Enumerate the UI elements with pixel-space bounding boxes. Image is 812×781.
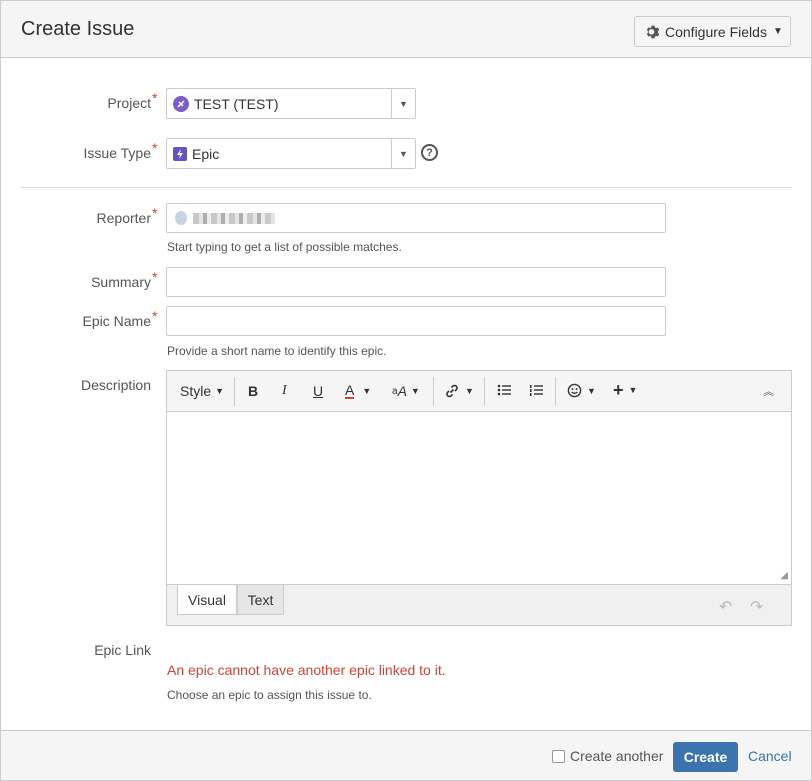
create-issue-dialog: Create Issue Configure Fields ▼ Project … <box>0 0 812 781</box>
epic-icon <box>173 146 187 161</box>
issue-type-label: Issue Type <box>83 145 151 161</box>
resize-handle-icon[interactable]: ◢ <box>780 570 788 581</box>
cancel-link[interactable]: Cancel <box>748 748 792 764</box>
tab-visual[interactable]: Visual <box>177 585 237 615</box>
help-icon[interactable]: ? <box>421 144 438 161</box>
underline-button[interactable]: U <box>313 383 323 399</box>
chevron-down-icon[interactable]: ▼ <box>391 139 415 168</box>
summary-input[interactable] <box>166 267 666 297</box>
redo-icon[interactable]: ↷ <box>750 597 763 617</box>
project-value: TEST (TEST) <box>194 95 279 112</box>
create-another-label: Create another <box>570 748 664 764</box>
dialog-footer: Create another Create Cancel <box>1 730 811 780</box>
editor-mode-bar: Visual Text ↶ ↷ <box>167 584 791 625</box>
epic-link-error: An epic cannot have another epic linked … <box>167 662 446 678</box>
chevron-down-icon: ▼ <box>587 385 596 396</box>
dialog-header: Create Issue Configure Fields ▼ <box>1 1 811 58</box>
reporter-label: Reporter <box>96 210 151 226</box>
chevron-down-icon: ▼ <box>410 386 420 396</box>
required-marker: * <box>152 269 158 285</box>
required-marker: * <box>152 140 158 156</box>
create-button[interactable]: Create <box>673 742 738 772</box>
gear-icon <box>646 25 660 38</box>
link-button[interactable]: ▼ <box>444 383 474 399</box>
epic-name-input[interactable] <box>166 306 666 336</box>
plus-icon: + <box>613 380 624 400</box>
chevron-down-icon: ▼ <box>628 385 638 395</box>
reporter-name-redacted <box>193 213 275 224</box>
required-marker: * <box>152 308 158 324</box>
link-icon <box>446 384 458 398</box>
description-editor: Style ▼ B I U A ▼ aA ▼ ▼ ▼ + ▼ ︽ ◢ Visua… <box>166 370 792 626</box>
description-textarea[interactable]: ◢ <box>167 412 791 584</box>
bold-button[interactable]: B <box>248 383 258 399</box>
chevron-down-icon: ▼ <box>772 26 783 37</box>
reporter-input[interactable] <box>166 203 666 233</box>
text-size-button[interactable]: aA ▼ <box>392 383 420 399</box>
summary-label: Summary <box>91 274 151 290</box>
smiley-icon <box>567 383 582 398</box>
text-color-button[interactable]: A ▼ <box>345 383 371 399</box>
emoticon-button[interactable]: ▼ <box>567 383 596 398</box>
description-label: Description <box>80 377 151 393</box>
bullet-list-button[interactable] <box>497 383 511 397</box>
epic-link-label: Epic Link <box>94 642 151 658</box>
avatar <box>175 211 187 225</box>
epic-link-hint: Choose an epic to assign this issue to. <box>167 688 372 702</box>
section-divider <box>21 187 792 188</box>
collapse-toolbar-button[interactable]: ︽ <box>763 383 774 399</box>
chevron-down-icon: ▼ <box>465 386 474 396</box>
italic-button[interactable]: I <box>282 383 287 399</box>
epic-name-label: Epic Name <box>82 313 151 329</box>
chevron-down-icon: ▼ <box>215 386 225 396</box>
required-marker: * <box>152 205 158 221</box>
insert-more-button[interactable]: + ▼ <box>613 380 638 400</box>
undo-icon[interactable]: ↶ <box>719 597 732 617</box>
tab-text[interactable]: Text <box>237 585 284 615</box>
chevron-down-icon[interactable]: ▼ <box>391 89 415 118</box>
issue-type-select[interactable]: Epic ▼ <box>166 138 416 169</box>
configure-fields-button[interactable]: Configure Fields ▼ <box>634 16 791 47</box>
create-another-checkbox[interactable] <box>552 749 565 763</box>
numbered-list-button[interactable] <box>529 383 543 397</box>
epic-name-hint: Provide a short name to identify this ep… <box>167 344 387 358</box>
toolbar-divider <box>555 377 556 406</box>
configure-fields-label: Configure Fields <box>665 23 767 40</box>
create-another-toggle[interactable]: Create another <box>552 748 663 764</box>
toolbar-divider <box>484 377 485 406</box>
numbered-list-icon <box>530 385 543 396</box>
chevron-down-icon: ▼ <box>362 386 372 396</box>
dialog-title: Create Issue <box>21 18 135 40</box>
bullet-list-icon <box>497 384 511 396</box>
issue-type-value: Epic <box>192 145 220 162</box>
chevron-double-up-icon: ︽ <box>763 386 774 398</box>
toolbar-divider <box>433 377 434 406</box>
project-label: Project <box>107 95 151 111</box>
project-select[interactable]: TEST (TEST) ▼ <box>166 88 416 119</box>
reporter-hint: Start typing to get a list of possible m… <box>167 240 402 254</box>
style-dropdown[interactable]: Style ▼ <box>180 383 224 399</box>
project-avatar-icon <box>173 95 189 112</box>
required-marker: * <box>152 90 158 106</box>
editor-toolbar: Style ▼ B I U A ▼ aA ▼ ▼ ▼ + ▼ ︽ <box>167 371 791 412</box>
toolbar-divider <box>234 377 235 406</box>
